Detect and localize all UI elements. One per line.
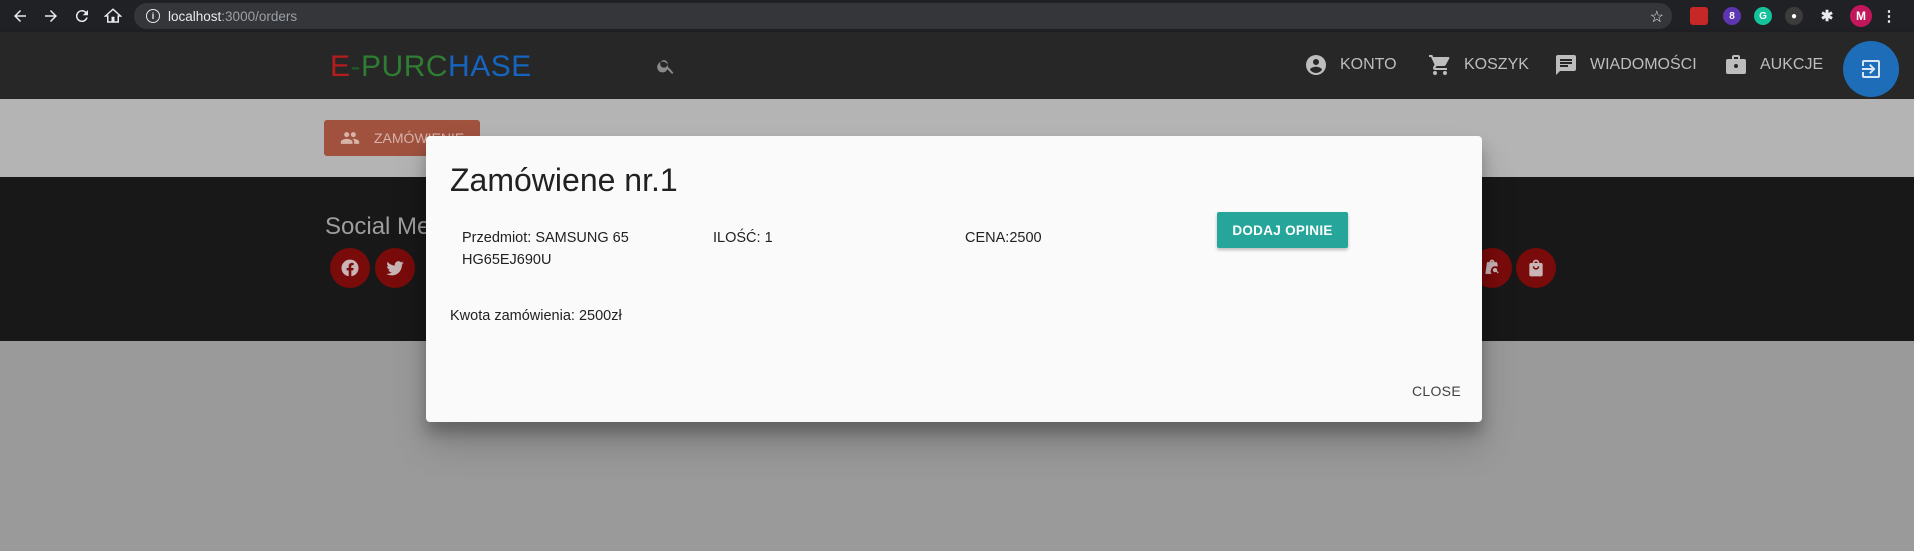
back-icon[interactable] — [9, 5, 31, 27]
order-item-line2: HG65EJ690U — [462, 252, 552, 268]
logo-segment: HASE — [448, 50, 532, 83]
nav-auctions-label: AUKCJE — [1760, 56, 1824, 73]
nav-auctions[interactable]: AUKCJE — [1724, 53, 1823, 77]
forward-icon[interactable] — [40, 5, 62, 27]
message-icon — [1556, 55, 1576, 75]
logo-segment: PURC — [361, 50, 449, 83]
twitter-icon[interactable] — [375, 248, 415, 288]
order-total: Kwota zamówienia: 2500zł — [450, 308, 622, 324]
exit-icon — [1862, 60, 1880, 78]
puzzle-icon[interactable]: ✱ — [1818, 7, 1836, 25]
address-bar[interactable]: i localhost:3000/orders ☆ — [134, 3, 1672, 29]
dialog-title: Zamówiene nr.1 — [450, 162, 678, 198]
add-review-button[interactable]: DODAJ OPINIE — [1217, 212, 1348, 248]
home-icon[interactable] — [102, 5, 124, 27]
cart-icon — [1429, 55, 1450, 75]
nav-account[interactable]: KONTO — [1304, 53, 1397, 77]
app-header: E-PURCHASE KONTO KOSZYK WIADOMOŚCI AUKCJ… — [0, 32, 1914, 99]
avatar[interactable]: M — [1850, 5, 1872, 27]
search-icon[interactable] — [656, 56, 676, 76]
extension-icon[interactable] — [1690, 7, 1708, 25]
nav-messages[interactable]: WIADOMOŚCI — [1554, 53, 1697, 77]
nav-cart[interactable]: KOSZYK — [1428, 53, 1529, 77]
extension-badge-icon[interactable]: 8 — [1723, 7, 1741, 25]
extension-icon[interactable]: ● — [1785, 7, 1803, 25]
social-media-title: Social Me — [325, 213, 431, 240]
briefcase-icon — [1726, 55, 1746, 74]
nav-messages-label: WIADOMOŚCI — [1590, 56, 1697, 73]
browser-toolbar: i localhost:3000/orders ☆ 8 G ● ✱ M ⋮ — [0, 0, 1914, 32]
account-circle-icon — [1306, 55, 1326, 75]
site-info-icon[interactable]: i — [146, 9, 160, 23]
order-price: CENA:2500 — [965, 230, 1042, 246]
reload-icon[interactable] — [71, 5, 93, 27]
nav-account-label: KONTO — [1340, 56, 1397, 73]
order-dialog: Zamówiene nr.1 Przedmiot: SAMSUNG 65 HG6… — [426, 136, 1482, 422]
order-quantity: ILOŚĆ: 1 — [713, 230, 773, 246]
shopping-bag-icon[interactable] — [1516, 248, 1556, 288]
order-item-line1: Przedmiot: SAMSUNG 65 — [462, 230, 629, 246]
people-icon — [340, 132, 360, 144]
bookmark-star-icon[interactable]: ☆ — [1650, 7, 1664, 27]
logo-segment: - — [350, 50, 362, 83]
menu-dots-icon[interactable]: ⋮ — [1880, 7, 1898, 25]
logo-segment: E — [330, 50, 351, 83]
logout-button[interactable] — [1843, 41, 1899, 97]
facebook-icon[interactable] — [330, 248, 370, 288]
site-logo[interactable]: E-PURCHASE — [330, 50, 532, 84]
order-item: Przedmiot: SAMSUNG 65 HG65EJ690U — [462, 227, 629, 271]
grammarly-icon[interactable]: G — [1754, 7, 1772, 25]
close-button[interactable]: CLOSE — [1412, 383, 1461, 399]
url-text[interactable]: localhost:3000/orders — [168, 9, 297, 24]
nav-cart-label: KOSZYK — [1464, 56, 1529, 73]
